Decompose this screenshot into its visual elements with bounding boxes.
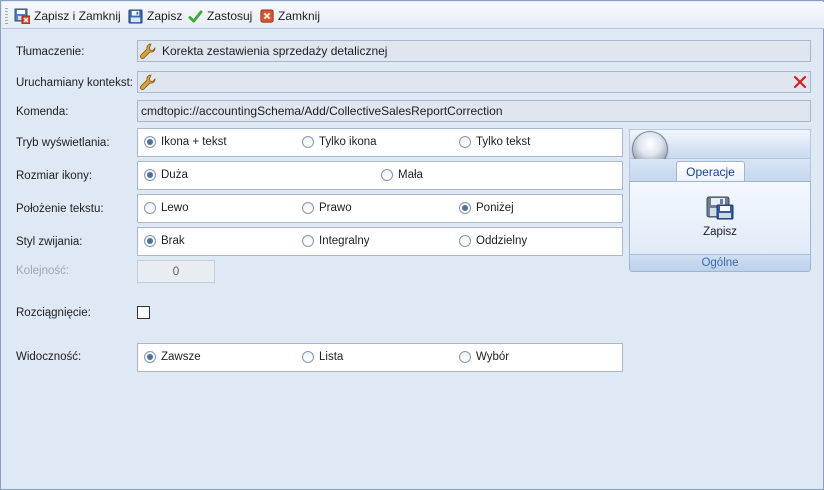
radio-icon [302, 235, 314, 247]
option-label: Brak [161, 235, 185, 247]
window-frame: Zapisz i Zamknij Zapisz Zastosuj Zamknij [0, 0, 824, 490]
radio-separate[interactable]: Oddzielny [459, 235, 527, 247]
option-label: Prawo [319, 202, 352, 214]
ribbon-save-button[interactable]: Zapisz [630, 182, 810, 251]
order-field[interactable]: 0 [137, 260, 215, 283]
ribbon-button-label: Zapisz [703, 226, 737, 238]
stretch-checkbox[interactable] [137, 306, 150, 319]
display-mode-group: Ikona + tekst Tylko ikona Tylko tekst [137, 128, 623, 157]
radio-always[interactable]: Zawsze [144, 351, 201, 363]
translation-field[interactable]: Korekta zestawienia sprzedaży detaliczne… [137, 40, 811, 62]
radio-small[interactable]: Mała [381, 169, 423, 181]
ribbon-preview: Operacje Zapisz Ogólne [629, 129, 811, 272]
option-label: Lewo [161, 202, 189, 214]
ribbon-group-label: Ogólne [630, 254, 810, 271]
clear-icon[interactable] [790, 72, 810, 92]
radio-icon [144, 169, 156, 181]
apply-button[interactable]: Zastosuj [188, 7, 252, 25]
text-position-group: Lewo Prawo Poniżej [137, 194, 623, 223]
radio-below[interactable]: Poniżej [459, 202, 514, 214]
option-label: Lista [319, 351, 344, 363]
option-label: Tylko ikona [319, 136, 377, 148]
collapse-style-label: Styl zwijania: [16, 236, 83, 248]
save-button[interactable]: Zapisz [128, 7, 182, 25]
radio-icon [302, 136, 314, 148]
toolbar-grip [5, 8, 8, 24]
translation-label: Tłumaczenie: [16, 46, 85, 58]
wrench-icon[interactable] [138, 72, 158, 92]
option-label: Poniżej [476, 202, 514, 214]
radio-icon [459, 136, 471, 148]
toolbar-label: Zastosuj [207, 9, 253, 23]
radio-none[interactable]: Brak [144, 235, 185, 247]
visibility-group: Zawsze Lista Wybór [137, 343, 623, 372]
translation-value: Korekta zestawienia sprzedaży detaliczne… [162, 44, 388, 58]
radio-icon [144, 351, 156, 363]
close-button[interactable]: Zamknij [260, 7, 320, 25]
command-value: cmdtopic://accountingSchema/Add/Collecti… [141, 104, 503, 118]
option-label: Ikona + tekst [161, 136, 227, 148]
tab-operacje[interactable]: Operacje [676, 161, 745, 183]
radio-large[interactable]: Duża [144, 169, 188, 181]
option-label: Oddzielny [476, 235, 528, 247]
radio-icon [459, 235, 471, 247]
radio-icon [144, 136, 156, 148]
save-close-icon [14, 8, 30, 24]
floppy-save-icon [706, 196, 734, 220]
option-label: Mała [398, 169, 423, 181]
visibility-label: Widoczność: [16, 351, 82, 363]
radio-icon-text[interactable]: Ikona + tekst [144, 136, 227, 148]
stretch-label: Rozciągnięcie: [16, 307, 91, 319]
command-field[interactable]: cmdtopic://accountingSchema/Add/Collecti… [137, 100, 811, 122]
radio-icon [144, 235, 156, 247]
ribbon-tabbar: Operacje [629, 159, 811, 183]
icon-size-group: Duża Mała [137, 161, 623, 190]
toolbar-label: Zamknij [278, 9, 321, 23]
radio-icon-only[interactable]: Tylko ikona [302, 136, 377, 148]
radio-text-only[interactable]: Tylko tekst [459, 136, 530, 148]
order-label: Kolejność: [16, 265, 70, 277]
toolbar-label: Zapisz [147, 9, 183, 23]
radio-icon [302, 351, 314, 363]
option-label: Integralny [319, 235, 370, 247]
option-label: Zawsze [161, 351, 201, 363]
option-label: Wybór [476, 351, 510, 363]
wrench-icon[interactable] [138, 41, 158, 61]
text-position-label: Położenie tekstu: [16, 203, 104, 215]
toolbar: Zapisz i Zamknij Zapisz Zastosuj Zamknij [2, 2, 824, 29]
display-mode-label: Tryb wyświetlania: [16, 137, 110, 149]
radio-selection[interactable]: Wybór [459, 351, 509, 363]
radio-left[interactable]: Lewo [144, 202, 189, 214]
ribbon-body: Zapisz Ogólne [629, 181, 811, 272]
checkmark-icon [188, 9, 203, 23]
radio-icon [302, 202, 314, 214]
option-label: Duża [161, 169, 188, 181]
radio-icon [381, 169, 393, 181]
command-label: Komenda: [16, 106, 69, 118]
collapse-style-group: Brak Integralny Oddzielny [137, 227, 623, 256]
radio-integral[interactable]: Integralny [302, 235, 370, 247]
radio-list[interactable]: Lista [302, 351, 343, 363]
option-label: Tylko tekst [476, 136, 531, 148]
save-and-close-button[interactable]: Zapisz i Zamknij [14, 7, 121, 25]
context-label: Uruchamiany kontekst: [16, 77, 133, 89]
radio-icon [144, 202, 156, 214]
context-field[interactable] [137, 71, 811, 93]
toolbar-label: Zapisz i Zamknij [34, 9, 121, 23]
icon-size-label: Rozmiar ikony: [16, 170, 93, 182]
radio-right[interactable]: Prawo [302, 202, 352, 214]
floppy-disk-icon [128, 8, 143, 24]
radio-icon [459, 202, 471, 214]
close-icon [260, 9, 274, 23]
radio-icon [459, 351, 471, 363]
